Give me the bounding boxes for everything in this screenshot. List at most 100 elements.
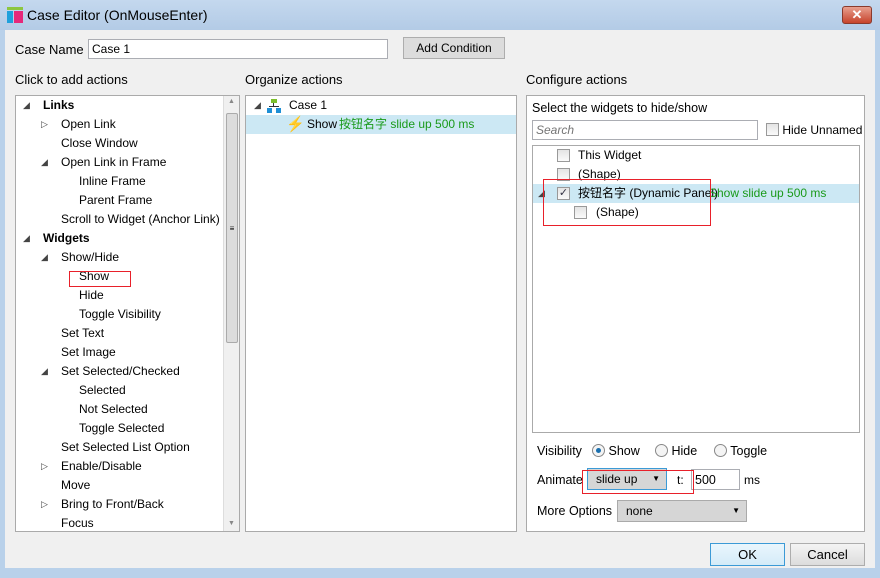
ok-button[interactable]: OK — [710, 543, 785, 566]
radio-hide[interactable]: Hide — [655, 444, 697, 458]
action-item[interactable]: ▷ Bring to Front/Back — [16, 495, 221, 514]
item-label: Show/Hide — [61, 250, 120, 264]
radio-label: Hide — [671, 444, 698, 458]
item-label: Open Link in Frame — [61, 155, 167, 169]
action-item[interactable]: Selected — [16, 381, 221, 400]
widget-tree: This Widget (Shape) ◢ ✓ 按钮名字 (Dynamic Pane… — [532, 145, 860, 433]
more-options-label: More Options — [537, 504, 613, 518]
window-title: Case Editor (OnMouseEnter) — [27, 7, 208, 23]
action-item[interactable]: ◢ Show/Hide — [16, 248, 221, 267]
action-item[interactable]: Toggle Selected — [16, 419, 221, 438]
item-label: Bring to Front/Back — [61, 497, 164, 511]
scrollbar[interactable]: ≡ ▲ ▼ — [223, 96, 239, 531]
item-label: Move — [61, 478, 91, 492]
actions-tree: ◢ Links ▷ Open Link Close Window ◢ Open Link i… — [15, 95, 240, 532]
checkbox[interactable] — [557, 149, 570, 162]
radio-label: Toggle — [730, 444, 768, 458]
widget-row[interactable]: This Widget — [533, 146, 859, 165]
item-label: Selected — [79, 383, 126, 397]
radio-label: Show — [608, 444, 640, 458]
radio-show[interactable]: Show — [592, 444, 640, 458]
action-item[interactable]: Focus — [16, 514, 221, 531]
organize-tree: ◢ Case 1 ⚡ Show 按钮名字 slide up 500 ms — [245, 95, 517, 532]
expand-icon[interactable]: ◢ — [254, 96, 261, 115]
action-item[interactable]: ◢ Open Link in Frame — [16, 153, 221, 172]
action-item[interactable]: Move — [16, 476, 221, 495]
category-widgets[interactable]: ◢ Widgets — [16, 229, 221, 248]
action-item[interactable]: Parent Frame — [16, 191, 221, 210]
action-verb: Show — [307, 117, 338, 131]
case-name-input[interactable] — [88, 39, 388, 59]
action-item[interactable]: Set Text — [16, 324, 221, 343]
action-item[interactable]: ◢ Set Selected/Checked — [16, 362, 221, 381]
item-label: Set Selected List Option — [61, 440, 190, 454]
category-links[interactable]: ◢ Links — [16, 96, 221, 115]
item-label: Focus — [61, 516, 94, 530]
action-item[interactable]: Set Image — [16, 343, 221, 362]
item-label: Hide — [79, 288, 104, 302]
action-item[interactable]: Inline Frame — [16, 172, 221, 191]
visibility-label: Visibility — [537, 444, 582, 458]
action-item[interactable]: Hide — [16, 286, 221, 305]
collapse-icon[interactable]: ◢ — [23, 229, 30, 248]
collapse-icon[interactable]: ◢ — [41, 362, 48, 381]
lightning-icon: ⚡ — [286, 116, 305, 133]
item-label: Inline Frame — [79, 174, 146, 188]
highlight-box — [69, 271, 131, 287]
action-item[interactable]: ▷ Open Link — [16, 115, 221, 134]
cancel-button[interactable]: Cancel — [790, 543, 865, 566]
app-logo-icon — [7, 7, 23, 23]
title-bar: Case Editor (OnMouseEnter) ✕ — [0, 0, 880, 30]
expand-icon[interactable]: ▷ — [41, 115, 48, 134]
action-item[interactable]: Toggle Visibility — [16, 305, 221, 324]
time-unit: ms — [744, 473, 760, 487]
item-label: Enable/Disable — [61, 459, 142, 473]
configure-panel: Select the widgets to hide/show Hide Unn… — [526, 95, 865, 532]
action-item[interactable]: Not Selected — [16, 400, 221, 419]
collapse-icon[interactable]: ◢ — [41, 248, 48, 267]
middle-header: Organize actions — [245, 72, 343, 87]
case-label: Case 1 — [289, 98, 328, 112]
action-item[interactable]: Set Selected List Option — [16, 438, 221, 457]
item-label: Toggle Selected — [79, 421, 165, 435]
scroll-up-icon[interactable]: ▲ — [228, 98, 235, 105]
action-item[interactable]: Scroll to Widget (Anchor Link) — [16, 210, 221, 229]
collapse-icon[interactable]: ◢ — [41, 153, 48, 172]
hide-unnamed-checkbox[interactable]: Hide Unnamed — [766, 123, 862, 137]
item-label: Links — [43, 98, 75, 112]
highlight-box — [543, 179, 711, 226]
action-detail: 按钮名字 slide up 500 ms — [339, 117, 475, 131]
scrollbar-thumb[interactable]: ≡ — [226, 113, 238, 343]
add-condition-button[interactable]: Add Condition — [403, 37, 505, 59]
radio-toggle[interactable]: Toggle — [714, 444, 767, 458]
action-item[interactable]: Close Window — [16, 134, 221, 153]
item-label: Set Text — [61, 326, 105, 340]
item-label: Scroll to Widget (Anchor Link) — [61, 212, 220, 226]
case-name-label: Case Name — [15, 42, 84, 57]
case-node[interactable]: ◢ Case 1 — [246, 96, 516, 115]
item-label: Open Link — [61, 117, 116, 131]
close-button[interactable]: ✕ — [842, 6, 872, 24]
expand-icon[interactable]: ▷ — [41, 457, 48, 476]
animate-label: Animate — [537, 473, 583, 487]
scroll-down-icon[interactable]: ▼ — [228, 520, 235, 527]
item-label: Not Selected — [79, 402, 148, 416]
left-header: Click to add actions — [15, 72, 128, 87]
item-label: Set Selected/Checked — [61, 364, 180, 378]
highlight-box — [582, 470, 694, 494]
item-label: Parent Frame — [79, 193, 153, 207]
time-input[interactable] — [691, 469, 740, 490]
search-input[interactable] — [532, 120, 758, 140]
case-tree-icon — [267, 99, 281, 113]
more-options-value: none — [626, 504, 653, 518]
dialog-body: Case Name Add Condition Click to add act… — [5, 30, 875, 568]
hide-unnamed-label: Hide Unnamed — [782, 123, 863, 137]
collapse-icon[interactable]: ◢ — [23, 96, 30, 115]
more-options-dropdown[interactable]: none ▼ — [617, 500, 747, 522]
action-row[interactable]: ⚡ Show 按钮名字 slide up 500 ms — [246, 115, 516, 134]
expand-icon[interactable]: ▷ — [41, 495, 48, 514]
action-item[interactable]: ▷ Enable/Disable — [16, 457, 221, 476]
item-label: Widgets — [43, 231, 90, 245]
widget-label: This Widget — [578, 148, 642, 162]
right-header: Configure actions — [526, 72, 628, 87]
